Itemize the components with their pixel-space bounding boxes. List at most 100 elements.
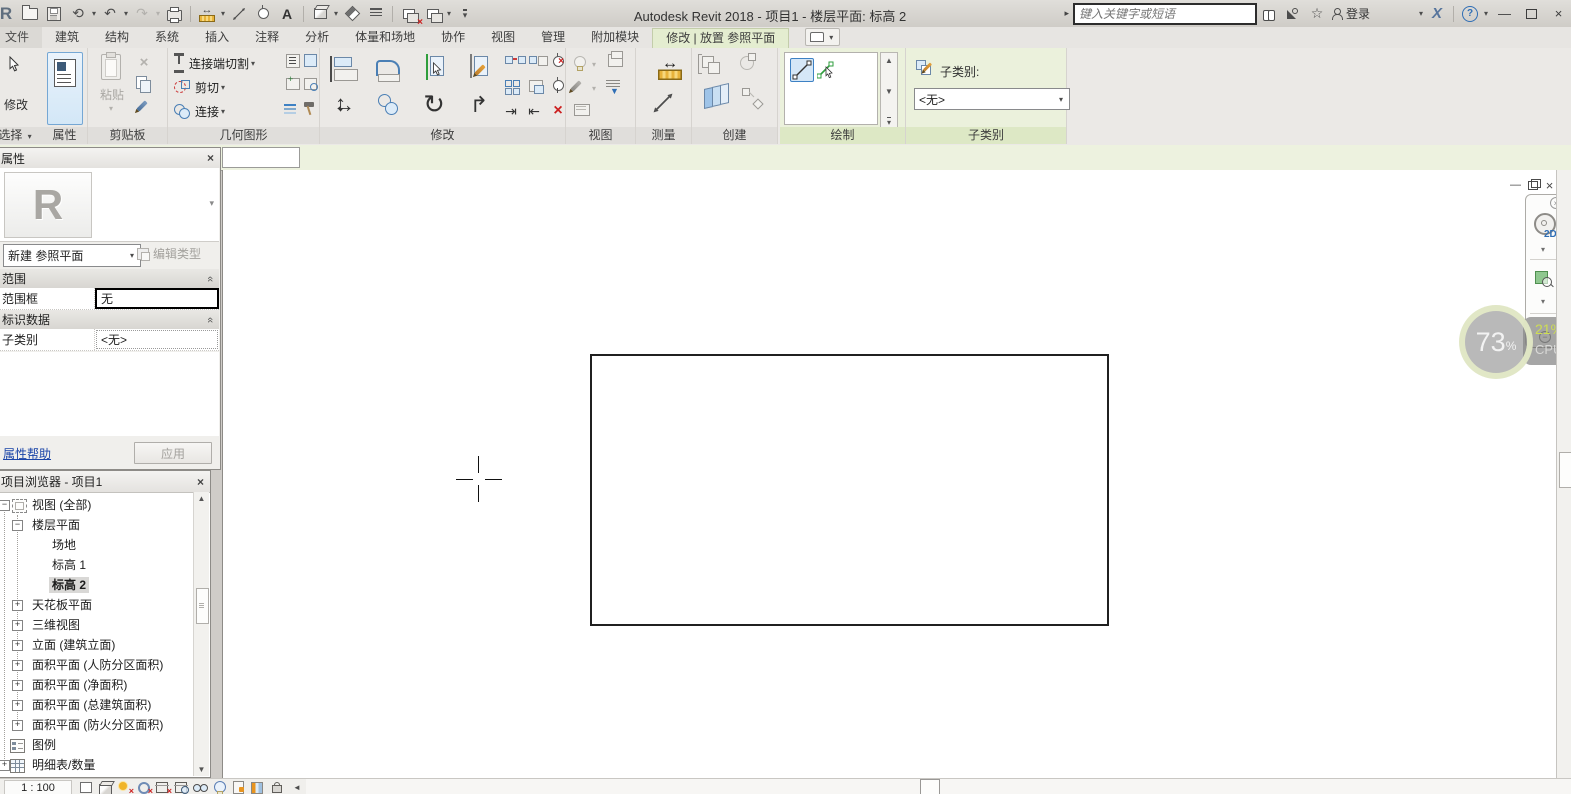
rotate-icon[interactable]: ↻ (418, 88, 450, 120)
pick-lines-tool[interactable] (817, 60, 837, 80)
tree-item-area-plans-gross[interactable]: + 面积平面 (总建筑面积) (0, 695, 194, 715)
tab-manage[interactable]: 管理 (528, 27, 578, 48)
browser-scrollbar-thumb[interactable] (196, 588, 209, 624)
tab-insert[interactable]: 插入 (192, 27, 242, 48)
default-3d-view-icon[interactable] (309, 4, 331, 24)
help-caret-icon[interactable]: ▾ (1482, 9, 1490, 18)
redo-icon[interactable]: ↷ (131, 4, 153, 24)
draw-line-tool[interactable] (790, 58, 814, 82)
sync-icon[interactable]: ⟲ (67, 4, 89, 24)
move-icon[interactable]: ↔↔ (328, 90, 360, 120)
expander-icon[interactable]: + (12, 720, 23, 731)
close-button[interactable]: × (1546, 4, 1571, 24)
properties-button[interactable] (47, 52, 83, 125)
properties-titlebar[interactable]: 属性 × (0, 148, 220, 168)
type-selector-preview[interactable]: R ▾ (0, 168, 219, 242)
favorites-icon[interactable]: ☆ (1306, 4, 1328, 24)
visual-style-icon[interactable] (97, 780, 114, 794)
tree-item-area-plans-civil-defense[interactable]: + 面积平面 (人防分区面积) (0, 655, 194, 675)
redo-caret-icon[interactable]: ▾ (154, 9, 162, 18)
view-restore-button[interactable] (1524, 178, 1541, 192)
reveal-hidden-elements-icon[interactable] (211, 780, 228, 794)
temporary-hide-isolate-icon[interactable] (192, 780, 209, 794)
trim-extend-single-icon[interactable]: ⇥ (503, 102, 519, 120)
horizontal-scrollbar[interactable] (306, 779, 1571, 794)
type-selector-caret-icon[interactable]: ▾ (209, 198, 214, 209)
zoom-caret-icon[interactable]: ▾ (1541, 297, 1545, 306)
ribbon-display-toggle[interactable]: ▾ (805, 28, 840, 46)
tree-item-3d-views[interactable]: + 三维视图 (0, 615, 194, 635)
subcategory-value[interactable]: <无> (96, 330, 218, 349)
tree-item-area-plans-net[interactable]: + 面积平面 (净面积) (0, 675, 194, 695)
trim-extend-corner-icon[interactable]: ↱ (464, 90, 494, 120)
pin-icon[interactable] (551, 79, 562, 90)
undo-caret-icon[interactable]: ▾ (122, 9, 130, 18)
communication-center-icon[interactable] (1282, 4, 1304, 24)
cut-icon[interactable]: × (136, 54, 152, 70)
hide-caret-icon[interactable]: ▾ (590, 60, 598, 69)
tree-item-level-2[interactable]: 标高 2 (0, 575, 194, 595)
search-input[interactable] (1073, 3, 1257, 25)
properties-close-icon[interactable]: × (207, 151, 214, 165)
subcategory-select[interactable]: <无> ▾ (914, 88, 1070, 110)
copy-tool-icon[interactable] (376, 94, 406, 120)
tree-item-site[interactable]: 场地 (0, 535, 194, 555)
expander-icon[interactable]: + (12, 700, 23, 711)
worksharing-display-icon[interactable] (230, 780, 247, 794)
tree-item-floor-plans[interactable]: − 楼层平面 (0, 515, 194, 535)
qat-overflow-icon[interactable]: ▸ (1064, 8, 1069, 19)
expander-icon[interactable]: + (12, 620, 23, 631)
expander-icon[interactable]: + (0, 760, 10, 771)
tab-structure[interactable]: 结构 (92, 27, 142, 48)
shadows-icon[interactable]: × (135, 780, 152, 794)
view-scale-button[interactable]: 1 : 100 (4, 780, 72, 794)
expander-icon[interactable]: − (12, 520, 23, 531)
browser-scrollbar[interactable]: ▲ ▼ (193, 492, 209, 776)
analytical-model-icon[interactable] (249, 780, 266, 794)
modify-button-label[interactable]: 修改 (0, 96, 42, 113)
sun-path-icon[interactable]: × (116, 780, 133, 794)
section-extents[interactable]: 范围 « (0, 269, 219, 289)
gallery-scroll-down-icon[interactable]: ▼ (885, 87, 893, 96)
open-icon[interactable] (19, 4, 41, 24)
signin-caret-icon[interactable]: ▾ (1417, 9, 1425, 18)
tab-view[interactable]: 视图 (478, 27, 528, 48)
tree-item-views[interactable]: − 视图 (全部) (0, 495, 194, 515)
cut-geometry-button[interactable]: 剪切 ▾ (174, 78, 227, 96)
properties-help-link[interactable]: 属性帮助 (3, 445, 51, 462)
expander-icon[interactable]: − (0, 500, 10, 511)
type-selector-combo[interactable]: 新建 参照平面 ▾ (3, 244, 141, 267)
measure-tool-icon[interactable]: ↔ (649, 56, 677, 72)
unpin-icon[interactable]: × (551, 55, 562, 66)
undo-icon[interactable]: ↶ (99, 4, 121, 24)
save-icon[interactable] (43, 4, 65, 24)
gallery-scroll-up-icon[interactable]: ▲ (885, 56, 893, 65)
maximize-button[interactable] (1519, 4, 1544, 24)
options-offset-input[interactable] (222, 147, 300, 168)
edit-type-button[interactable]: 编辑类型 (137, 245, 201, 262)
split-element-icon[interactable] (462, 54, 494, 84)
close-hidden-windows-icon[interactable]: × (398, 4, 420, 24)
align-icon[interactable] (330, 56, 360, 84)
tab-modify-place-reference-plane[interactable]: 修改 | 放置 参照平面 (652, 28, 789, 48)
gallery-expand-icon[interactable]: ▾ (887, 117, 891, 127)
detail-level-icon[interactable] (78, 780, 95, 794)
collapse-chevron-icon[interactable]: « (204, 275, 216, 281)
drawing-area[interactable]: — × × 2D ▾ ▾ − 21% CPU使用 73 % (222, 170, 1557, 778)
sync-caret-icon[interactable]: ▾ (90, 9, 98, 18)
exchange-apps-icon[interactable]: X (1426, 4, 1448, 24)
tab-collaborate[interactable]: 协作 (428, 27, 478, 48)
crop-view-icon[interactable]: × (154, 780, 171, 794)
tab-addins[interactable]: 附加模块 (578, 27, 652, 48)
expander-icon[interactable]: + (12, 660, 23, 671)
tab-annotate[interactable]: 注释 (242, 27, 292, 48)
join-geometry-button[interactable]: 连接 ▾ (174, 102, 227, 120)
split-face-icon[interactable] (418, 54, 450, 84)
tab-file[interactable]: 文件 (0, 27, 42, 48)
help-icon[interactable]: ? (1459, 4, 1481, 24)
tree-item-legends[interactable]: 图例 (0, 735, 194, 755)
thin-lines-icon[interactable] (365, 4, 387, 24)
expander-icon[interactable]: + (12, 680, 23, 691)
tab-architecture[interactable]: 建筑 (42, 27, 92, 48)
tab-massing-site[interactable]: 体量和场地 (342, 27, 428, 48)
